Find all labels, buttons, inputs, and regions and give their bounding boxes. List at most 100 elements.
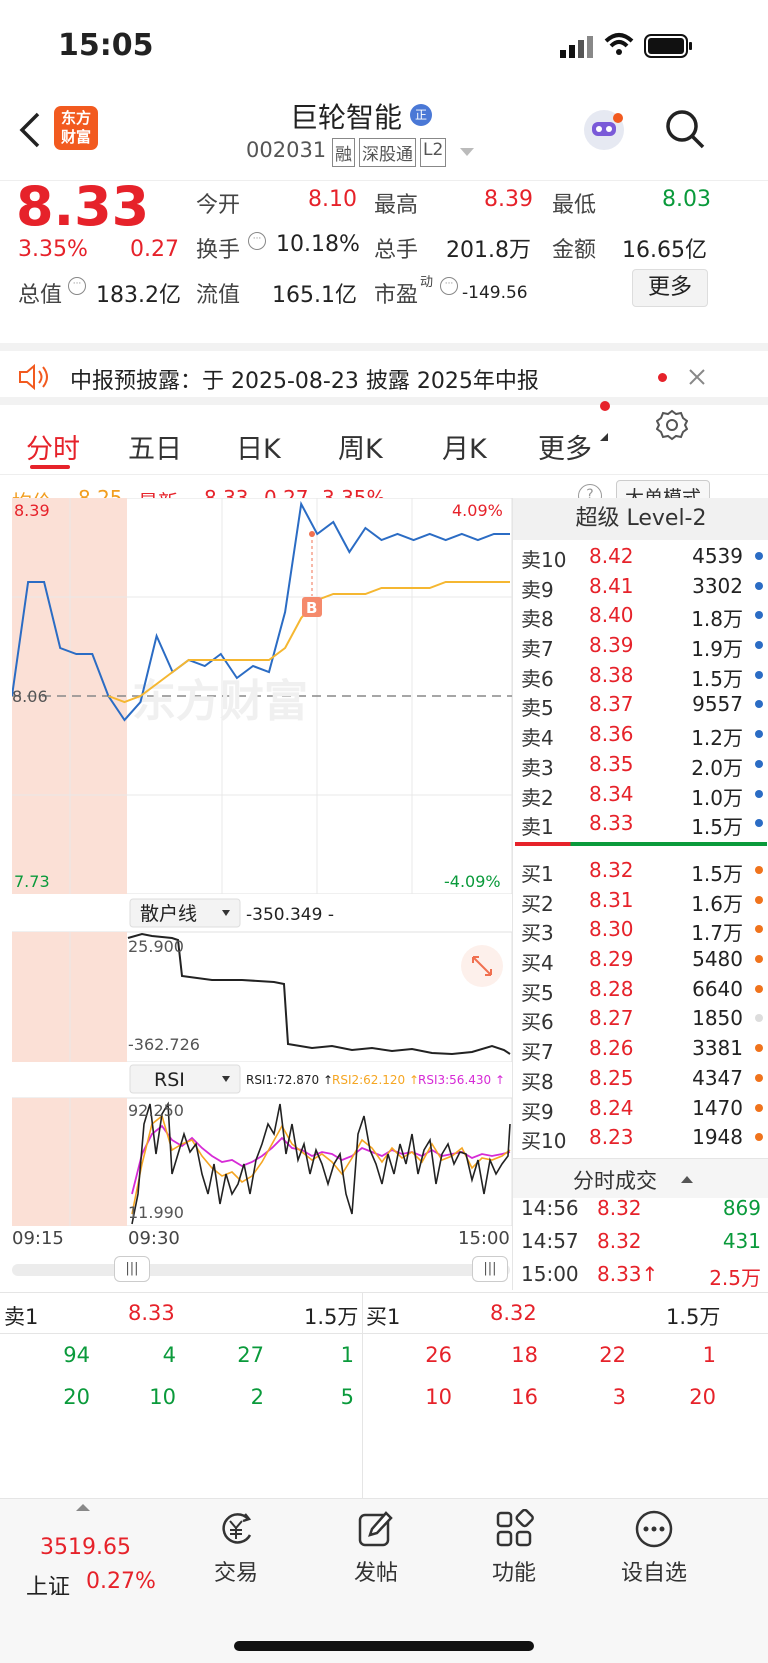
bid-indicator-dot xyxy=(755,1014,763,1023)
status-bar: 15:05 xyxy=(0,0,768,100)
ask-indicator-dot xyxy=(755,552,763,560)
info-icon[interactable]: ··· xyxy=(68,277,86,295)
ask-volume: 1.5万 xyxy=(691,815,743,840)
bid-row[interactable]: 买6 8.27 1850 xyxy=(513,1002,768,1034)
rsi-selector[interactable] xyxy=(129,1064,241,1094)
intraday-price-chart[interactable]: 东方财富 B 8.39 7.73 8.06 4.09% -4.09% xyxy=(12,498,512,894)
trade-price: 8.33↑ xyxy=(597,1262,659,1286)
bid-row[interactable]: 买1 8.32 1.5万 xyxy=(513,854,768,886)
ask-volume: 1.8万 xyxy=(691,607,743,632)
logo-line: 财富 xyxy=(60,128,91,146)
ask-row[interactable]: 卖4 8.36 1.2万 xyxy=(513,718,768,750)
bid-row[interactable]: 买2 8.31 1.6万 xyxy=(513,884,768,916)
ask-level-label: 卖8 xyxy=(521,607,554,632)
nav-trade[interactable]: 交易 xyxy=(186,1509,286,1587)
ask-row[interactable]: 卖2 8.34 1.0万 xyxy=(513,778,768,810)
info-icon[interactable]: ··· xyxy=(248,232,266,250)
open-value: 8.10 xyxy=(308,187,357,212)
queue-bid-price: 8.32 xyxy=(490,1301,537,1325)
ask-price: 8.33 xyxy=(589,811,634,836)
nav-post[interactable]: 发帖 xyxy=(326,1509,426,1587)
settings-gear-icon[interactable] xyxy=(656,409,688,441)
ask-row[interactable]: 卖7 8.39 1.9万 xyxy=(513,629,768,662)
chevron-up-icon xyxy=(681,1176,693,1183)
app-logo[interactable]: 东方 财富 xyxy=(54,106,98,150)
trade-price: 8.32 xyxy=(597,1196,642,1220)
bid-row[interactable]: 买9 8.24 1470 xyxy=(513,1092,768,1124)
amount-value: 16.65亿 xyxy=(622,238,707,263)
tab-intraday[interactable]: 分时 xyxy=(26,427,80,466)
bid-price: 8.31 xyxy=(589,887,634,912)
tab-daily-k[interactable]: 日K xyxy=(236,427,281,466)
grid-apps-icon xyxy=(496,1509,534,1547)
tag-margin: 融 xyxy=(332,138,355,167)
ask-row[interactable]: 卖1 8.33 1.5万 xyxy=(513,807,768,840)
retail-line-chart[interactable]: 散户线 -350.349 - 25.900 -362.726 xyxy=(12,898,512,1062)
ask-level-label: 卖6 xyxy=(521,666,554,691)
ask-volume: 4539 xyxy=(692,544,743,568)
ask-row[interactable]: 卖3 8.35 2.0万 xyxy=(513,748,768,780)
bid-row[interactable]: 买3 8.30 1.7万 xyxy=(513,913,768,945)
nav-function[interactable]: 功能 xyxy=(464,1509,564,1587)
tag-l2: L2 xyxy=(420,138,447,167)
bid-row[interactable]: 买10 8.23 1948 xyxy=(513,1121,768,1153)
tab-weekly-k[interactable]: 周K xyxy=(338,427,383,466)
robot-avatar-icon[interactable] xyxy=(580,106,628,154)
bottom-toolbar: 3519.65 上证 0.27% 交易 发帖 功能 设自选 xyxy=(0,1498,768,1663)
ask-row[interactable]: 卖10 8.42 4539 xyxy=(513,540,768,572)
bid-level-label: 买2 xyxy=(521,891,554,916)
turnover-label: 换手 xyxy=(196,238,241,263)
ask-row[interactable]: 卖8 8.40 1.8万 xyxy=(513,599,768,632)
ask-row[interactable]: 卖9 8.41 3302 xyxy=(513,570,768,602)
tab-five-day[interactable]: 五日 xyxy=(128,427,182,466)
queue-order-size: 1 xyxy=(340,1343,354,1367)
chevron-up-icon[interactable] xyxy=(76,1503,90,1511)
ask-indicator-dot xyxy=(755,581,763,590)
range-handle-left[interactable]: ||| xyxy=(114,1256,150,1282)
pe-value: -149.56 xyxy=(462,283,528,303)
bid-row[interactable]: 买4 8.29 5480 xyxy=(513,943,768,976)
queue-order-size: 4 xyxy=(162,1343,176,1367)
search-icon[interactable] xyxy=(664,108,706,150)
order-queue: 卖1 8.33 1.5万 买1 8.32 1.5万 94 4 27 1 20 10 2 5 26… xyxy=(0,1292,768,1499)
bid-level-label: 买5 xyxy=(521,980,554,1005)
high-label: 最高 xyxy=(374,193,419,218)
ask-price: 8.42 xyxy=(589,544,634,568)
bid-price: 8.32 xyxy=(589,858,634,882)
bid-level-label: 买4 xyxy=(521,951,554,976)
range-handle-right[interactable]: ||| xyxy=(472,1256,508,1282)
queue-order-size: 3 xyxy=(612,1385,626,1409)
tab-monthly-k[interactable]: 月K xyxy=(442,427,487,466)
ask-indicator-dot xyxy=(755,789,763,798)
bid-row[interactable]: 买8 8.25 4347 xyxy=(513,1062,768,1094)
ask-level-label: 卖2 xyxy=(521,785,554,810)
queue-order-size: 27 xyxy=(237,1343,264,1367)
ask-row[interactable]: 卖5 8.37 9557 xyxy=(513,688,768,720)
tab-more[interactable]: 更多 xyxy=(538,427,592,466)
stock-name: 巨轮智能 xyxy=(290,101,403,134)
queue-order-size: 22 xyxy=(599,1343,626,1367)
info-icon[interactable]: ··· xyxy=(440,277,458,295)
rsi2-value: RSI2:62.120 ↑ xyxy=(332,1073,419,1087)
ask-row[interactable]: 卖6 8.38 1.5万 xyxy=(513,659,768,691)
volume-value: 201.8万 xyxy=(446,238,531,263)
ask-price: 8.41 xyxy=(589,573,634,598)
chevron-down-icon[interactable] xyxy=(460,148,474,158)
more-button[interactable]: 更多 xyxy=(632,269,708,307)
ask-level-label: 卖7 xyxy=(521,637,554,662)
rsi-chart[interactable]: RSI RSI1:72.870 ↑ RSI2:62.120 ↑ RSI3:56.… xyxy=(12,1064,512,1226)
nav-add-watchlist[interactable]: 设自选 xyxy=(604,1509,704,1587)
trade-time: 14:56 xyxy=(521,1196,579,1220)
time-axis-open: 09:30 xyxy=(128,1228,180,1249)
bid-indicator-dot xyxy=(755,1133,763,1142)
close-icon[interactable] xyxy=(688,368,706,386)
bid-row[interactable]: 买7 8.26 3381 xyxy=(513,1032,768,1064)
index-value[interactable]: 3519.65 xyxy=(40,1535,131,1560)
ask-price: 8.34 xyxy=(589,781,634,806)
bid-row[interactable]: 买5 8.28 6640 xyxy=(513,973,768,1005)
back-icon[interactable] xyxy=(18,112,42,148)
trade-row: 14:57 8.32 431 xyxy=(513,1225,768,1258)
notice-bar[interactable]: 中报预披露：于 2025-08-23 披露 2025年中报 xyxy=(0,343,768,405)
queue-ask-label: 卖1 xyxy=(4,1305,39,1329)
time-range-track[interactable] xyxy=(12,1264,510,1276)
